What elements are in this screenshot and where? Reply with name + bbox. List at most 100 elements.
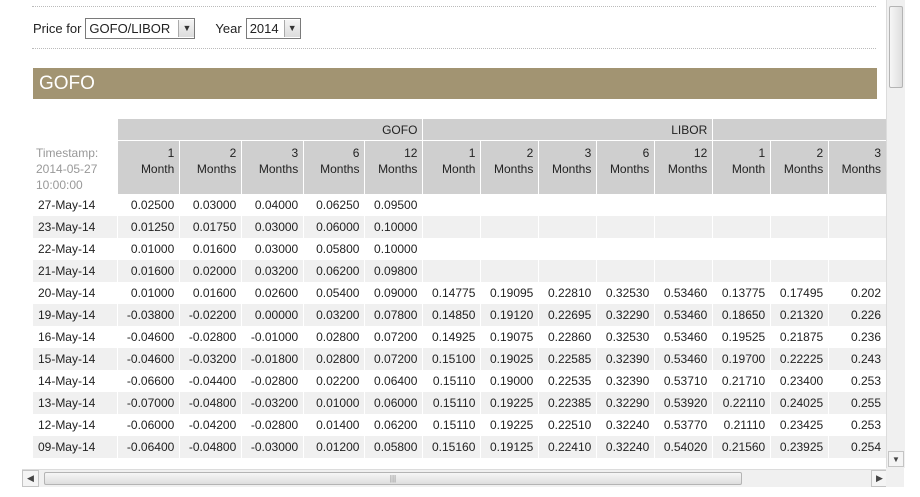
column-header: 3 Months [538, 140, 597, 194]
rates-table-wrapper: GOFO LIBOR Timestamp: 2014-05-27 10:00:0… [33, 119, 886, 458]
rate-cell: 0.19125 [480, 435, 539, 458]
table-row: 22-May-14 0.01000 0.01600 0.03000 0.05800 0.1… [33, 237, 886, 260]
price-for-select[interactable]: GOFO/LIBOR ▼ [85, 17, 196, 39]
rate-cell: 0.19120 [480, 303, 539, 326]
horizontal-scroll-thumb[interactable]: ||| [44, 472, 742, 485]
rate-cell: 0.13775 [712, 281, 771, 304]
rate-cell: 0.02800 [303, 325, 365, 348]
row-date: 27-May-14 [37, 197, 96, 212]
rate-cell [712, 259, 771, 282]
rate-cell: -0.02800 [179, 325, 242, 348]
rate-cell: 0.21320 [770, 303, 829, 326]
row-date: 23-May-14 [33, 215, 118, 238]
rate-cell [654, 259, 713, 282]
blank-header-cell [33, 119, 118, 141]
table-row: 15-May-14 -0.04600 -0.03200 -0.01800 0.02800… [33, 347, 886, 370]
column-header-term: 12 [693, 146, 708, 160]
rate-cell: 0.02600 [241, 281, 304, 304]
column-header: 1 Month [422, 140, 481, 194]
rate-cell: 0.22535 [538, 369, 597, 392]
rate-cell: 0.04000 [241, 193, 304, 216]
column-header: 12 Months [364, 140, 423, 194]
rate-cell: 0.05800 [364, 435, 423, 458]
vertical-scrollbar[interactable]: ▼ [886, 0, 905, 468]
rate-cell: 0.01600 [179, 237, 242, 260]
rate-cell: 0.21710 [712, 369, 771, 392]
column-header-term: 3 [291, 146, 299, 160]
rate-cell [770, 237, 829, 260]
rate-cell: 0.32240 [596, 413, 655, 436]
rate-cell [596, 215, 655, 238]
rate-cell [770, 193, 829, 216]
column-header-unit: Months [378, 162, 418, 176]
rate-cell: 0.19225 [480, 391, 539, 414]
rate-cell: 0.00000 [241, 303, 304, 326]
rate-cell: 0.32240 [596, 435, 655, 458]
price-for-value: GOFO/LIBOR [89, 20, 171, 36]
rate-cell: 0.24025 [770, 391, 829, 414]
scrollbar-corner [886, 468, 904, 487]
rate-cell: 0.22110 [712, 391, 771, 414]
rate-cell: 0.23925 [770, 435, 829, 458]
rate-cell: 0.19525 [712, 325, 771, 348]
column-header-term: 3 [584, 146, 592, 160]
rate-cell: 0.22225 [770, 347, 829, 370]
rate-cell [480, 193, 539, 216]
horizontal-scrollbar[interactable]: ◀ ||| ▶ [22, 469, 888, 487]
chevron-down-icon[interactable]: ▼ [178, 19, 195, 37]
rate-cell: 0.22695 [538, 303, 597, 326]
rate-cell: 0.09500 [364, 193, 423, 216]
rate-cell: 0.06000 [364, 391, 423, 414]
rate-cell: 0.01750 [179, 215, 242, 238]
rate-cell: 0.19025 [480, 347, 539, 370]
rate-cell: -0.04600 [117, 347, 180, 370]
rate-cell [480, 259, 539, 282]
table-row: 09-May-14 -0.06400 -0.04800 -0.03000 0.01200… [33, 435, 886, 458]
rate-cell: 0.253 [828, 369, 886, 392]
section-title: GOFO [39, 73, 95, 94]
group-header-libor: LIBOR [422, 119, 713, 141]
rate-cell: 0.22585 [538, 347, 597, 370]
column-header-row: Timestamp: 2014-05-27 10:00:00 1 Month 2 Mo… [33, 140, 886, 194]
column-header: 2 Months [179, 140, 242, 194]
column-header: 3 Months [828, 140, 886, 194]
column-header-term: 2 [229, 146, 237, 160]
rate-cell: 0.07200 [364, 325, 423, 348]
rate-cell: 0.22810 [538, 281, 597, 304]
row-date: 20-May-14 [37, 285, 96, 300]
chevron-down-icon[interactable]: ▼ [283, 19, 300, 37]
rate-cell [828, 193, 886, 216]
rate-cell: 0.18650 [712, 303, 771, 326]
rate-cell: 0.32290 [596, 303, 655, 326]
price-for-label: Price for [33, 20, 82, 36]
rate-cell: 0.14775 [422, 281, 481, 304]
rate-cell: 0.32390 [596, 369, 655, 392]
table-body: 27-May-14 0.02500 0.03000 0.04000 0.06250 0.0… [33, 193, 886, 458]
rate-cell: 0.02200 [303, 369, 365, 392]
rate-cell: 0.01250 [117, 215, 180, 238]
year-value: 2014 [249, 20, 279, 36]
rate-cell [422, 215, 481, 238]
rate-cell: 0.19225 [480, 413, 539, 436]
column-header-unit: Months [196, 162, 237, 176]
vertical-scroll-thumb[interactable] [889, 6, 903, 88]
year-select[interactable]: 2014 ▼ [245, 17, 301, 39]
rate-cell: -0.04600 [117, 325, 180, 348]
column-header-term: 2 [816, 146, 824, 160]
rate-cell [712, 237, 771, 260]
rate-cell: -0.02800 [241, 369, 304, 392]
rate-cell: 0.07200 [364, 347, 423, 370]
rate-cell: 0.22510 [538, 413, 597, 436]
scroll-down-icon[interactable]: ▼ [888, 451, 904, 467]
rate-cell: 0.15110 [422, 369, 481, 392]
rate-cell: -0.03800 [117, 303, 180, 326]
scroll-left-icon[interactable]: ◀ [22, 470, 39, 487]
rate-cell: 0.17495 [770, 281, 829, 304]
rate-cell: 0.19000 [480, 369, 539, 392]
column-header-term: 1 [468, 146, 476, 160]
rate-cell: 0.202 [828, 281, 886, 304]
rate-cell: 0.54020 [654, 435, 713, 458]
rate-cell: 0.19095 [480, 281, 539, 304]
column-header: 1 Month [117, 140, 180, 194]
group-header-gofo: GOFO [117, 119, 423, 141]
